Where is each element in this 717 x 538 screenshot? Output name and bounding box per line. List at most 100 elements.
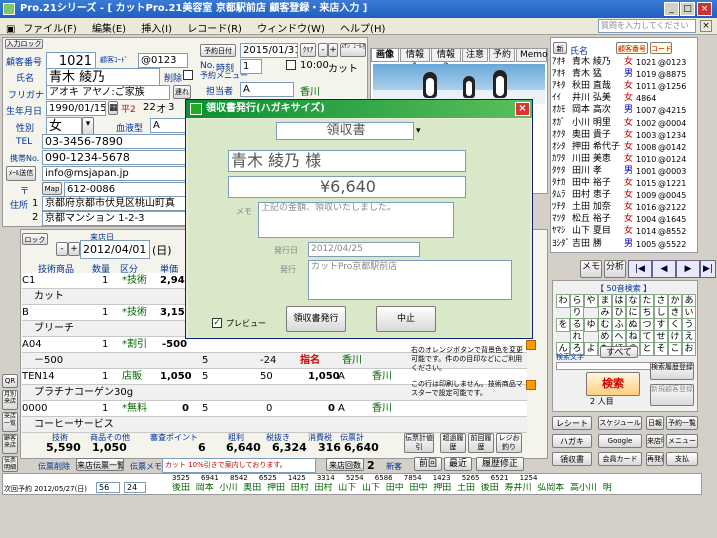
menu-help[interactable]: ヘルプ(H) — [334, 18, 391, 37]
qr-button[interactable]: QR — [2, 374, 18, 388]
doc-close-button[interactable]: × — [700, 20, 712, 32]
reservation-next-button[interactable]: + — [328, 43, 338, 57]
customer-list-item[interactable]: ﾏﾂﾀ 松丘 裕子 女 1004 @1645 — [552, 213, 697, 226]
kana-key[interactable]: そ — [654, 342, 668, 356]
list-checkbox[interactable]: 新 — [553, 42, 567, 54]
color-button[interactable] — [526, 340, 536, 350]
daily-report-button[interactable]: 日報 — [646, 416, 664, 430]
preview-checkbox[interactable]: ✓ — [212, 318, 222, 328]
receipt-type-select[interactable]: 領収書 — [276, 122, 414, 140]
customer-list-item[interactable]: ｵｶﾞ 小川 明里 女 1002 @0004 — [552, 117, 697, 130]
amount-field[interactable]: ¥6,640 — [228, 176, 466, 198]
input-lock-checkbox[interactable]: 入力ロック — [5, 39, 43, 49]
analysis-button[interactable]: 分析 — [604, 260, 626, 278]
list-header-id[interactable]: 顧客番号 — [616, 42, 648, 54]
visit-date-field[interactable]: 2012/04/01 — [80, 240, 150, 259]
res-staff-select[interactable]: A — [240, 82, 294, 97]
slip-memo-field[interactable]: カット 10%引きで案内しております。 — [162, 458, 316, 473]
search-history-button[interactable]: 検索履歴登録 — [650, 362, 694, 380]
all-button[interactable]: すべて — [600, 346, 638, 358]
dialog-close-icon[interactable]: × — [515, 102, 530, 116]
reservation-date-field[interactable]: 2015/01/31 — [240, 43, 298, 58]
customer-list-item[interactable]: ｱｵｷ 青木 猛 男 1019 @8875 — [552, 68, 697, 81]
menu-button[interactable]: メニュー — [666, 434, 698, 448]
customer-list-item[interactable]: ｶﾜﾀ 川田 美恵 女 1010 @0124 — [552, 153, 697, 166]
birth-field[interactable]: 1990/01/15 — [46, 101, 106, 116]
staff-name[interactable]: 後田 — [481, 483, 499, 493]
kana-field[interactable]: アオキ アヤノ:ご家族 — [46, 85, 170, 100]
reservation-list-button[interactable]: 予約一覧 — [666, 416, 698, 430]
mobile-field[interactable]: 090-1234-5678 — [42, 150, 192, 165]
customer-list-item[interactable]: ｱｵｷ 青木 綾乃 女 1021 @0123 — [552, 56, 697, 69]
memo-field[interactable]: 上記の金額、領収いたしました。 — [258, 202, 454, 238]
receipt-button[interactable]: レシート — [552, 416, 592, 430]
minimize-button[interactable]: _ — [664, 2, 679, 16]
customer-list-item[interactable]: ｲｲ 井川 弘美 女 4864 — [552, 92, 697, 105]
email-field[interactable]: info@msjapan.jp — [42, 166, 192, 181]
cancel-button[interactable]: 中止 — [376, 306, 436, 332]
recipient-name-field[interactable]: 青木 綾乃 様 — [228, 150, 466, 172]
list-header-code[interactable]: コード — [650, 42, 672, 54]
customer-list-item[interactable]: ﾔﾏｼ 山下 夏目 女 1014 @8552 — [552, 225, 697, 238]
res-checkbox[interactable] — [286, 60, 296, 70]
customer-list-item[interactable]: ﾀﾅｶ 田中 裕子 女 1015 @1221 — [552, 177, 697, 190]
customer-list-item[interactable]: ﾀｹﾀ 田川 孝 男 1001 @0003 — [552, 165, 697, 178]
staff-name[interactable]: 山下 — [362, 483, 380, 493]
customer-code-field[interactable]: @0123 — [138, 53, 188, 68]
visit-detail-button[interactable]: 来店明細 — [646, 434, 664, 448]
menu-insert[interactable]: 挿入(I) — [135, 18, 178, 37]
issue-receipt-button[interactable]: 領収書発行 — [286, 306, 346, 332]
reservation-prev-button[interactable]: - — [318, 43, 328, 57]
color-button[interactable] — [526, 380, 536, 390]
reservation-date-button[interactable]: 予約日付 — [200, 44, 236, 57]
delete-checkbox[interactable] — [183, 70, 193, 80]
table-row[interactable]: コーヒーサービス — [22, 417, 527, 433]
kana-key[interactable]: お — [682, 342, 696, 356]
latest-button[interactable]: 最近 — [444, 457, 472, 471]
kana-key[interactable]: ゆ — [584, 318, 598, 332]
menu-record[interactable]: レコード(R) — [181, 18, 248, 37]
staff-name[interactable]: 山下 — [338, 483, 356, 493]
address2-field[interactable]: 京都マンション 1-2-3 — [42, 211, 192, 226]
family-button[interactable]: 連れ — [173, 85, 191, 99]
customer-list-item[interactable]: ﾀﾑﾗ 田村 恵子 女 1009 @0045 — [552, 189, 697, 202]
staff-name[interactable]: 土田 — [457, 483, 475, 493]
staff-name[interactable]: 田村 — [291, 483, 309, 493]
customer-list-item[interactable]: ﾖｼﾀﾞ 吉田 勝 男 1005 @5522 — [552, 238, 697, 251]
customer-list-item[interactable]: ｵｶﾓ 岡本 高次 男 1007 @4215 — [552, 104, 697, 117]
new-customer-button[interactable]: 新規顧客登録 — [650, 384, 694, 406]
close-button[interactable]: × — [697, 2, 712, 16]
prev-button[interactable]: 前回 — [414, 457, 442, 471]
lock-checkbox[interactable]: ロック — [22, 233, 48, 245]
reservation-clear-button[interactable]: ｸﾘｱ — [300, 43, 316, 57]
address1-field[interactable]: 京都府京都市伏見区桃山町真 — [42, 196, 192, 211]
menu-window[interactable]: ウィンドウ(W) — [251, 18, 331, 37]
member-card-button[interactable]: 会員カード — [598, 452, 642, 466]
receipt-issue-button[interactable]: 領収書 — [552, 452, 592, 466]
customer-list-item[interactable]: ｱｷﾀ 秋田 直哉 女 1011 @1256 — [552, 80, 697, 93]
visit-prev-button[interactable]: - — [56, 242, 68, 256]
monthly-visit-button[interactable]: 月別来店 — [2, 390, 18, 410]
staff-name[interactable]: 岡本 — [196, 483, 214, 493]
customer-visit-button[interactable]: 顧客来店 — [2, 434, 18, 454]
google-button[interactable]: Google — [598, 434, 642, 448]
issue-date-field[interactable]: 2012/04/25 — [308, 242, 420, 257]
reissue-button[interactable]: 再発行 — [646, 452, 664, 466]
zip-field[interactable]: 612-0086 — [64, 182, 192, 197]
kana-key[interactable]: よ — [584, 342, 598, 356]
kana-key[interactable]: を — [556, 318, 570, 332]
issuer-field[interactable]: カットPro京都駅前店 — [308, 260, 512, 300]
kana-key[interactable]: と — [640, 342, 654, 356]
mail-send-button[interactable]: ﾒｰﾙ送信 — [6, 166, 36, 181]
kana-key[interactable]: わ — [556, 294, 570, 308]
postcard-button[interactable]: ハガキ — [552, 434, 592, 448]
kana-key[interactable]: や — [584, 294, 598, 308]
tab-memo[interactable]: Memo — [516, 48, 548, 62]
prev-history-button[interactable]: 前回履歴 — [468, 433, 494, 453]
customer-list-item[interactable]: ｵｼﾀ 押田 希代子女 1008 @0142 — [552, 141, 697, 154]
staff-name[interactable]: 小川 — [220, 483, 238, 493]
calendar-icon[interactable]: ▦ — [108, 101, 118, 115]
maximize-button[interactable]: □ — [680, 2, 695, 16]
payment-button[interactable]: 支払 — [666, 452, 698, 466]
staff-name[interactable]: 押田 — [433, 483, 451, 493]
